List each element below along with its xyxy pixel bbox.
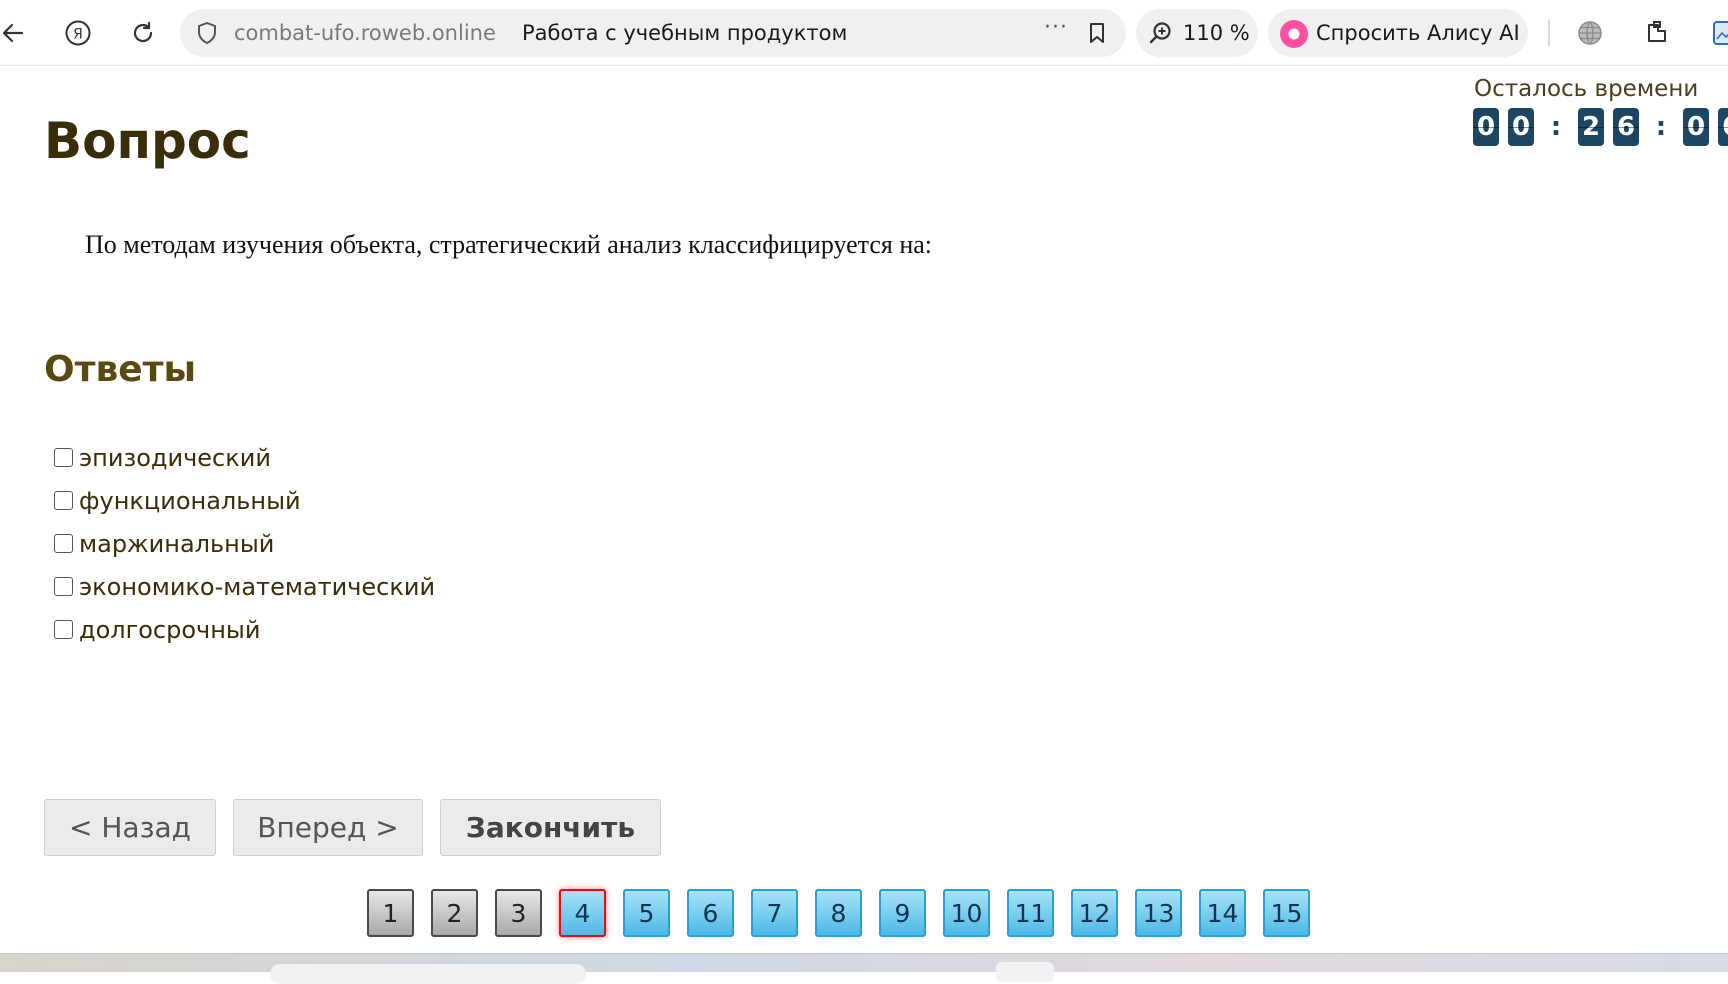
answer-label[interactable]: долгосрочный — [79, 616, 260, 644]
page-button[interactable]: 3 — [495, 889, 542, 937]
timer-digit: 6 — [1613, 108, 1639, 146]
timer-digit: 0 — [1508, 108, 1534, 146]
answer-option[interactable]: маржинальный — [54, 522, 435, 565]
answer-label[interactable]: маржинальный — [79, 530, 274, 558]
ask-alice-button[interactable]: Спросить Алису AI — [1268, 9, 1528, 57]
timer-digit: 0 — [1473, 108, 1499, 146]
page-button[interactable]: 14 — [1199, 889, 1246, 937]
alice-icon — [1280, 20, 1308, 48]
address-bar[interactable]: combat-ufo.roweb.online Работа с учебным… — [180, 9, 1126, 57]
answer-checkbox[interactable] — [54, 448, 73, 467]
zoom-level: 110 % — [1183, 21, 1250, 45]
svg-text:Я: Я — [73, 27, 83, 43]
bookmark-icon[interactable] — [1080, 16, 1114, 50]
answer-label[interactable]: экономико-математический — [79, 573, 435, 601]
question-text: По методам изучения объекта, стратегичес… — [85, 230, 933, 259]
page-button[interactable]: 11 — [1007, 889, 1054, 937]
answer-label[interactable]: функциональный — [79, 487, 301, 515]
timer-digit: 2 — [1578, 108, 1604, 146]
taskbar-item — [996, 962, 1054, 982]
answer-option[interactable]: эпизодический — [54, 436, 435, 479]
page-button[interactable]: 12 — [1071, 889, 1118, 937]
answer-checkbox[interactable] — [54, 491, 73, 510]
page-button[interactable]: 8 — [815, 889, 862, 937]
answer-list: эпизодический функциональный маржинальны… — [54, 436, 435, 651]
page-button[interactable]: 10 — [943, 889, 990, 937]
page-button[interactable]: 15 — [1263, 889, 1310, 937]
more-options-icon[interactable]: ··· — [1044, 15, 1068, 40]
page-button[interactable]: 6 — [687, 889, 734, 937]
back-button[interactable]: < Назад — [44, 799, 216, 856]
timer-separator: : — [1550, 112, 1562, 142]
answer-checkbox[interactable] — [54, 577, 73, 596]
browser-toolbar: Я combat-ufo.roweb.online Работа с учебн… — [0, 0, 1728, 66]
address-domain[interactable]: combat-ufo.roweb.online — [234, 21, 496, 45]
answers-heading: Ответы — [44, 349, 197, 390]
page-button[interactable]: 2 — [431, 889, 478, 937]
address-page-title[interactable]: Работа с учебным продуктом — [522, 21, 847, 45]
page-button[interactable]: 5 — [623, 889, 670, 937]
page-button[interactable]: 9 — [879, 889, 926, 937]
ask-alice-label: Спросить Алису AI — [1316, 21, 1520, 45]
answer-label[interactable]: эпизодический — [79, 444, 271, 472]
answer-checkbox[interactable] — [54, 620, 73, 639]
next-button[interactable]: Вперед > — [233, 799, 423, 856]
timer-label: Осталось времени — [1474, 76, 1699, 102]
profile-image-icon[interactable] — [1706, 16, 1728, 50]
question-pager: 1 2 3 4 5 6 7 8 9 10 11 12 13 14 15 — [367, 889, 1327, 937]
question-heading: Вопрос — [44, 112, 251, 170]
page-button[interactable]: 13 — [1135, 889, 1182, 937]
reload-icon[interactable] — [126, 16, 160, 50]
back-arrow-icon[interactable] — [0, 16, 30, 50]
timer-digit: 6 — [1718, 108, 1728, 146]
page-button-current[interactable]: 4 — [559, 889, 606, 937]
taskbar-item — [270, 964, 586, 984]
taskbar-edge — [0, 953, 1728, 984]
zoom-icon — [1144, 16, 1178, 50]
answer-option[interactable]: долгосрочный — [54, 608, 435, 651]
answer-option[interactable]: функциональный — [54, 479, 435, 522]
answer-option[interactable]: экономико-математический — [54, 565, 435, 608]
page-button[interactable]: 1 — [367, 889, 414, 937]
shield-icon[interactable] — [190, 16, 224, 50]
timer-separator: : — [1655, 112, 1667, 142]
yandex-logo-icon[interactable]: Я — [61, 16, 95, 50]
page-button[interactable]: 7 — [751, 889, 798, 937]
timer-digit: 0 — [1683, 108, 1709, 146]
finish-button[interactable]: Закончить — [440, 799, 661, 856]
zoom-button[interactable]: 110 % — [1136, 9, 1258, 57]
extensions-icon[interactable] — [1640, 16, 1674, 50]
answer-checkbox[interactable] — [54, 534, 73, 553]
toolbar-divider — [1548, 20, 1550, 46]
countdown-timer: 0 0 : 2 6 : 0 6 — [1473, 108, 1728, 146]
translate-globe-icon[interactable] — [1573, 16, 1607, 50]
